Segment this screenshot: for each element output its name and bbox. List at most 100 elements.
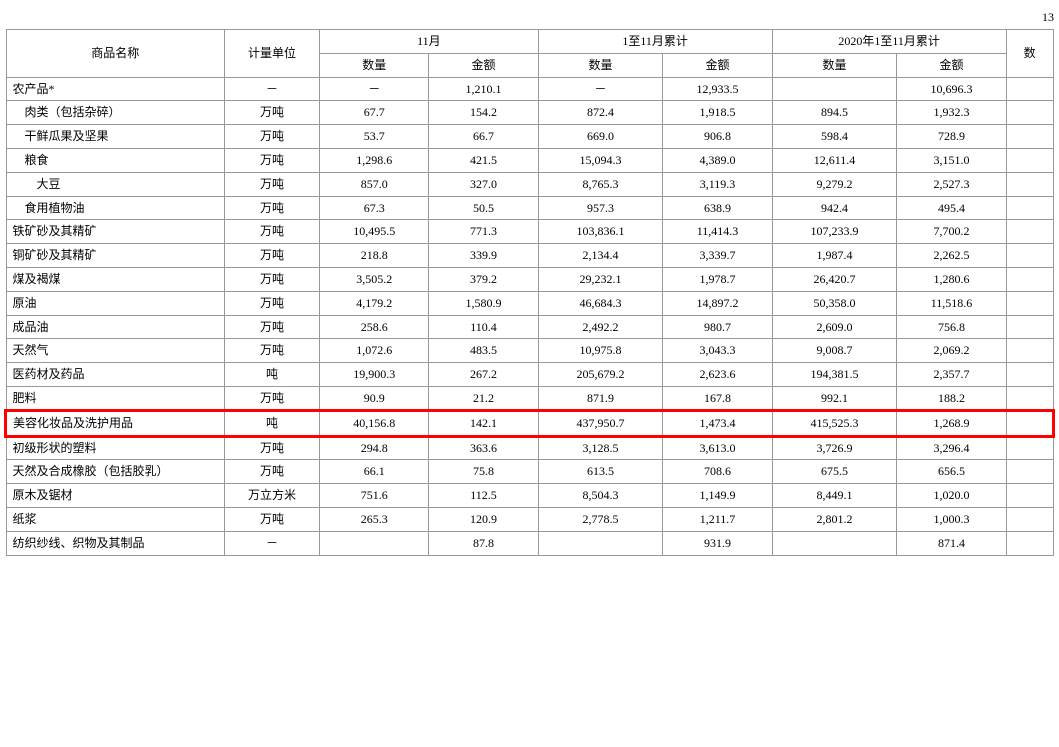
cell-nov-amt: 75.8: [429, 460, 538, 484]
col-cumulative-header: 1至11月累计: [538, 30, 772, 54]
table-row: 天然及合成橡胶（包括胶乳）万吨66.175.8613.5708.6675.565…: [6, 460, 1053, 484]
cell-nov-amt: 154.2: [429, 101, 538, 125]
cell-product-name: 肥料: [6, 386, 224, 410]
col-cum-qty: 数量: [538, 53, 663, 77]
cell-nov-amt: 66.7: [429, 125, 538, 149]
cell-nov-amt: 21.2: [429, 386, 538, 410]
cell-nov-qty: 66.1: [320, 460, 429, 484]
cell-nov-qty: 40,156.8: [320, 411, 429, 436]
cell-cum-amt: 167.8: [663, 386, 772, 410]
cell-product-name: 粮食: [6, 148, 224, 172]
cell-prev-qty: 415,525.3: [772, 411, 897, 436]
cell-cum-qty: 2,778.5: [538, 507, 663, 531]
cell-prev-qty: 26,420.7: [772, 267, 897, 291]
cell-prev-amt: 1,932.3: [897, 101, 1006, 125]
cell-nov-qty: 218.8: [320, 244, 429, 268]
cell-nov-amt: 363.6: [429, 436, 538, 460]
cell-unit: 万吨: [224, 125, 319, 149]
cell-prev-qty: 107,233.9: [772, 220, 897, 244]
cell-product-name: 原木及锯材: [6, 484, 224, 508]
cell-unit: 万吨: [224, 172, 319, 196]
cell-nov-qty: 258.6: [320, 315, 429, 339]
cell-product-name: 肉类（包括杂碎）: [6, 101, 224, 125]
cell-cum-amt: 1,473.4: [663, 411, 772, 436]
cell-unit: 万吨: [224, 460, 319, 484]
cell-cum-amt: 980.7: [663, 315, 772, 339]
cell-prev-amt: 1,000.3: [897, 507, 1006, 531]
table-row: 纸浆万吨265.3120.92,778.51,211.72,801.21,000…: [6, 507, 1053, 531]
cell-prev-amt: 1,020.0: [897, 484, 1006, 508]
cell-prev-amt: 2,069.2: [897, 339, 1006, 363]
cell-unit: 吨: [224, 363, 319, 387]
cell-product-name: 纸浆: [6, 507, 224, 531]
cell-unit: 万吨: [224, 267, 319, 291]
table-row: 粮食万吨1,298.6421.515,094.34,389.012,611.43…: [6, 148, 1053, 172]
cell-prev-amt: 871.4: [897, 531, 1006, 555]
cell-product-name: 食用植物油: [6, 196, 224, 220]
cell-nov-amt: 267.2: [429, 363, 538, 387]
cell-extra: [1006, 531, 1053, 555]
cell-cum-amt: 638.9: [663, 196, 772, 220]
cell-prev-amt: 756.8: [897, 315, 1006, 339]
col-nov-header: 11月: [320, 30, 538, 54]
cell-cum-qty: 957.3: [538, 196, 663, 220]
cell-cum-qty: 437,950.7: [538, 411, 663, 436]
col-extra: 数: [1006, 30, 1053, 78]
table-row: 铜矿砂及其精矿万吨218.8339.92,134.43,339.71,987.4…: [6, 244, 1053, 268]
cell-nov-amt: 110.4: [429, 315, 538, 339]
table-row: 铁矿砂及其精矿万吨10,495.5771.3103,836.111,414.31…: [6, 220, 1053, 244]
col-cum-amt: 金额: [663, 53, 772, 77]
cell-prev-amt: 495.4: [897, 196, 1006, 220]
cell-nov-qty: 1,072.6: [320, 339, 429, 363]
table-row: 大豆万吨857.0327.08,765.33,119.39,279.22,527…: [6, 172, 1053, 196]
cell-unit: 吨: [224, 411, 319, 436]
cell-product-name: 铜矿砂及其精矿: [6, 244, 224, 268]
col-prev-qty: 数量: [772, 53, 897, 77]
cell-nov-amt: 1,580.9: [429, 291, 538, 315]
cell-prev-amt: 656.5: [897, 460, 1006, 484]
cell-cum-qty: 205,679.2: [538, 363, 663, 387]
cell-product-name: 天然及合成橡胶（包括胶乳）: [6, 460, 224, 484]
cell-prev-qty: 2,801.2: [772, 507, 897, 531]
cell-prev-qty: 12,611.4: [772, 148, 897, 172]
cell-extra: [1006, 315, 1053, 339]
cell-extra: [1006, 267, 1053, 291]
cell-product-name: 铁矿砂及其精矿: [6, 220, 224, 244]
cell-product-name: 干鲜瓜果及坚果: [6, 125, 224, 149]
col-prev-amt: 金额: [897, 53, 1006, 77]
cell-unit: 万吨: [224, 101, 319, 125]
cell-prev-amt: 188.2: [897, 386, 1006, 410]
cell-cum-amt: 11,414.3: [663, 220, 772, 244]
cell-prev-amt: 7,700.2: [897, 220, 1006, 244]
cell-cum-amt: 2,623.6: [663, 363, 772, 387]
cell-prev-amt: 2,527.3: [897, 172, 1006, 196]
cell-extra: [1006, 196, 1053, 220]
cell-extra: [1006, 460, 1053, 484]
cell-prev-qty: 9,008.7: [772, 339, 897, 363]
page-number: 13: [5, 10, 1054, 25]
cell-cum-qty: 29,232.1: [538, 267, 663, 291]
table-row: 医药材及药品吨19,900.3267.2205,679.22,623.6194,…: [6, 363, 1053, 387]
cell-nov-qty: 4,179.2: [320, 291, 429, 315]
table-row: 原木及锯材万立方米751.6112.58,504.31,149.98,449.1…: [6, 484, 1053, 508]
table-row: 肥料万吨90.921.2871.9167.8992.1188.2: [6, 386, 1053, 410]
cell-extra: [1006, 386, 1053, 410]
cell-product-name: 大豆: [6, 172, 224, 196]
cell-cum-amt: 3,119.3: [663, 172, 772, 196]
cell-cum-qty: [538, 531, 663, 555]
cell-nov-qty: 3,505.2: [320, 267, 429, 291]
cell-unit: 万吨: [224, 220, 319, 244]
cell-extra: [1006, 436, 1053, 460]
cell-cum-qty: 8,765.3: [538, 172, 663, 196]
cell-product-name: 美容化妆品及洗护用品: [6, 411, 224, 436]
table-row: 农产品*－－1,210.1－12,933.510,696.3: [6, 77, 1053, 101]
cell-prev-qty: 992.1: [772, 386, 897, 410]
cell-cum-qty: 871.9: [538, 386, 663, 410]
cell-prev-amt: 2,262.5: [897, 244, 1006, 268]
cell-unit: 万吨: [224, 196, 319, 220]
cell-cum-qty: 2,492.2: [538, 315, 663, 339]
cell-prev-amt: 10,696.3: [897, 77, 1006, 101]
table-row: 干鲜瓜果及坚果万吨53.766.7669.0906.8598.4728.9: [6, 125, 1053, 149]
cell-extra: [1006, 244, 1053, 268]
cell-prev-qty: 598.4: [772, 125, 897, 149]
